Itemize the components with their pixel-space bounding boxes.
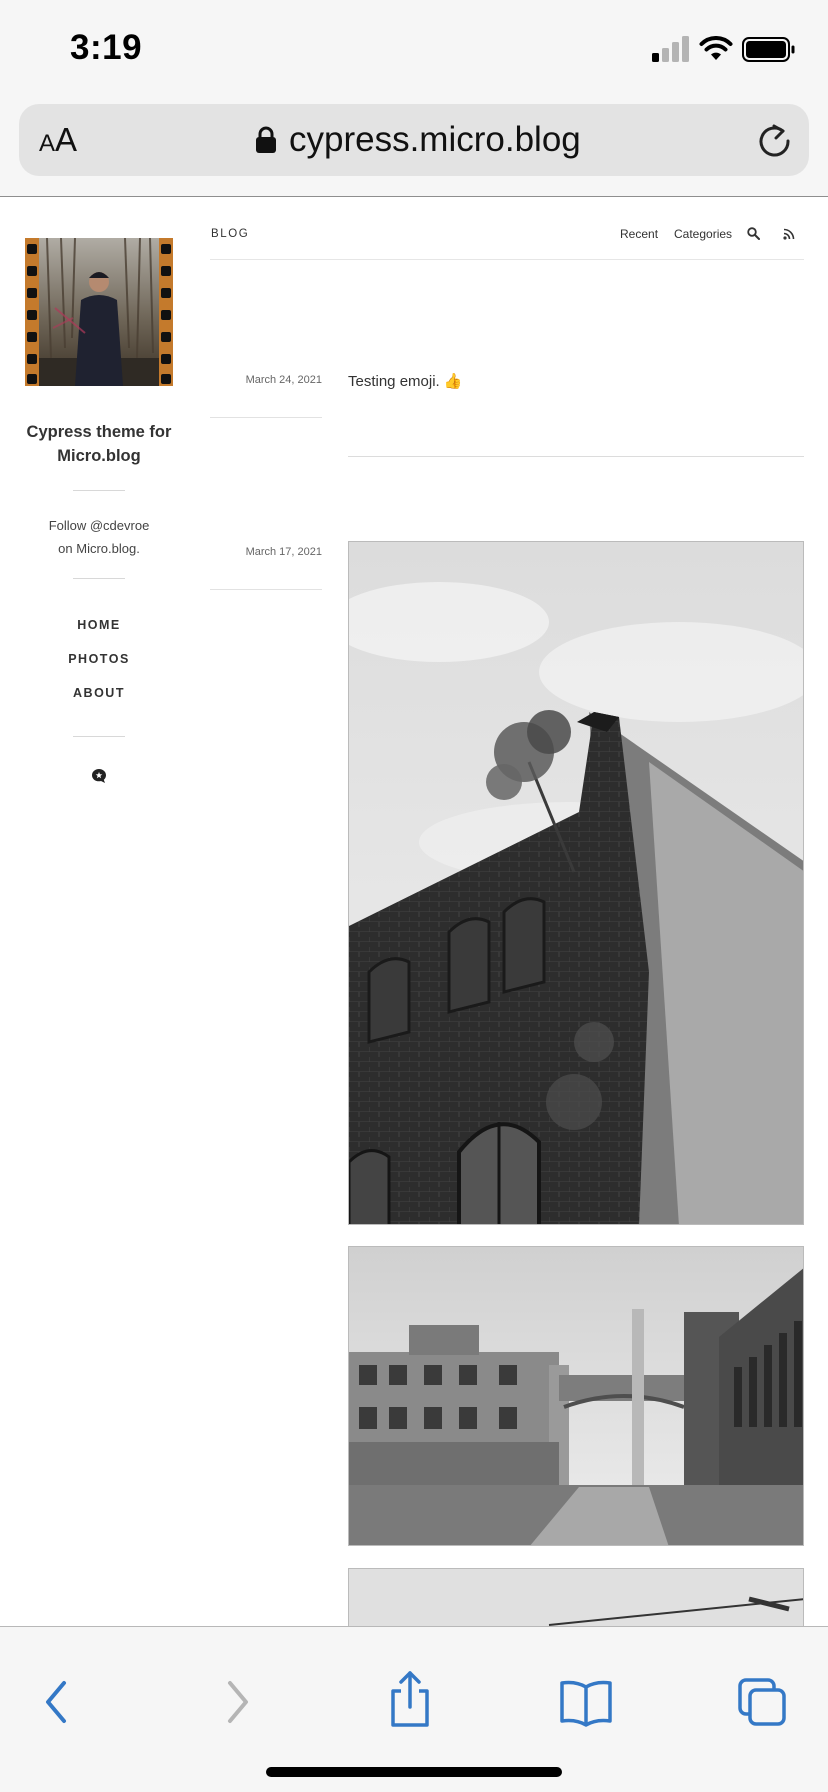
forward-chevron-icon[interactable] xyxy=(206,1677,266,1727)
post-date[interactable]: March 24, 2021 xyxy=(210,374,322,386)
home-indicator xyxy=(266,1767,562,1777)
sidebar-divider xyxy=(73,736,125,737)
nav-about[interactable]: ABOUT xyxy=(30,686,168,700)
rss-icon[interactable] xyxy=(783,228,795,240)
reload-icon[interactable] xyxy=(757,122,793,160)
address-bar[interactable]: AA cypress.micro.blog xyxy=(19,104,809,176)
blog-label[interactable]: BLOG xyxy=(211,228,249,240)
back-chevron-icon[interactable] xyxy=(28,1677,88,1727)
reader-text-size-button[interactable]: AA xyxy=(39,116,77,164)
microblog-icon[interactable] xyxy=(91,768,107,784)
status-time: 3:19 xyxy=(70,28,143,67)
categories-link[interactable]: Categories xyxy=(674,227,732,241)
date-divider xyxy=(210,417,322,418)
follow-line[interactable]: on Micro.blog. xyxy=(30,537,168,560)
web-page: Cypress theme for Micro.blog Follow @cde… xyxy=(0,198,828,1626)
photo-factory-complex[interactable] xyxy=(348,1246,804,1546)
follow-text: Follow @cdevroe on Micro.blog. xyxy=(30,514,168,560)
post-date[interactable]: March 17, 2021 xyxy=(210,546,322,558)
follow-line[interactable]: Follow @cdevroe xyxy=(30,514,168,537)
post-divider xyxy=(348,456,804,457)
recent-link[interactable]: Recent xyxy=(620,227,658,241)
url-text[interactable]: cypress.micro.blog xyxy=(289,116,581,164)
tabs-icon[interactable] xyxy=(732,1677,792,1727)
nav-home[interactable]: HOME xyxy=(30,618,168,632)
address-bar-area: AA cypress.micro.blog xyxy=(0,100,828,197)
search-icon[interactable] xyxy=(747,227,760,240)
status-bar: 3:19 xyxy=(0,0,828,100)
post-text: Testing emoji. 👍 xyxy=(348,373,463,390)
blog-header: BLOG Recent Categories xyxy=(210,198,804,260)
site-title[interactable]: Cypress theme for Micro.blog xyxy=(10,420,188,468)
share-icon[interactable] xyxy=(380,1671,440,1727)
nav-photos[interactable]: PHOTOS xyxy=(30,652,168,666)
sidebar-divider xyxy=(73,578,125,579)
book-icon[interactable] xyxy=(556,1677,616,1727)
sidebar-divider xyxy=(73,490,125,491)
battery-icon xyxy=(742,37,795,62)
lock-icon xyxy=(256,126,276,153)
avatar[interactable] xyxy=(25,238,173,386)
photo-barbed-wire[interactable] xyxy=(348,1568,804,1626)
cellular-signal-icon xyxy=(652,36,689,62)
photo-brick-building[interactable] xyxy=(348,541,804,1225)
wifi-icon xyxy=(699,36,733,60)
date-divider xyxy=(210,589,322,590)
